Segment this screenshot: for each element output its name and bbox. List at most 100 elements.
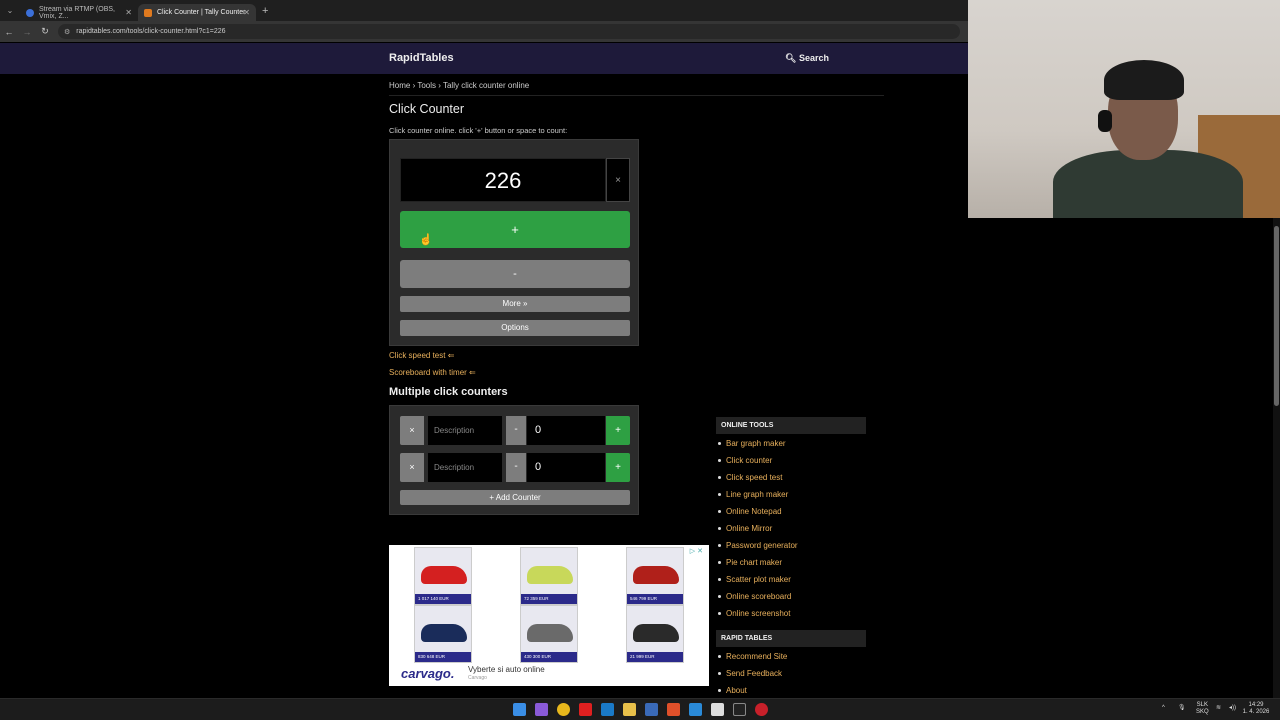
description-input[interactable]: Description	[428, 453, 502, 482]
sidebar-link[interactable]: Send Feedback	[716, 665, 787, 682]
description-input[interactable]: Description	[428, 416, 502, 445]
breadcrumb-current[interactable]: Tally click counter online	[443, 81, 529, 90]
sidebar-link[interactable]: Password generator	[716, 537, 798, 554]
advertisement[interactable]: 1 017 140 EUR 72 359 EUR 546 799 EUR 830 64…	[389, 545, 709, 686]
counter-value-field[interactable]: 0	[527, 453, 605, 482]
counter-decrement-button[interactable]: -	[506, 416, 526, 445]
car-price: 430 300 EUR	[521, 652, 577, 662]
language-indicator[interactable]: SLK SKQ	[1196, 702, 1209, 716]
favicon-icon	[26, 8, 34, 17]
microphone-icon[interactable]: 🎙︎	[1178, 705, 1186, 712]
site-info-icon[interactable]: ⚙	[64, 28, 70, 36]
ad-choices-icon[interactable]: ▷ ✕	[690, 547, 703, 555]
car-price: 21 999 EUR	[627, 652, 683, 662]
ad-car-tile[interactable]: 21 999 EUR	[626, 605, 684, 663]
site-logo[interactable]: RapidTables	[389, 52, 454, 64]
sidebar-link[interactable]: Click speed test	[716, 469, 798, 486]
increment-button[interactable]: +	[400, 211, 630, 248]
page-description: Click counter online. click '+' button o…	[389, 126, 568, 135]
ad-car-tile[interactable]: 546 799 EUR	[626, 547, 684, 605]
car-price: 546 799 EUR	[627, 594, 683, 604]
multi-counter-row: × Description - 0 +	[400, 453, 630, 482]
visual-studio-icon[interactable]	[535, 703, 548, 716]
shield-icon[interactable]	[645, 703, 658, 716]
multi-counter-row: × Description - 0 +	[400, 416, 630, 445]
sidebar-link[interactable]: Pie chart maker	[716, 554, 798, 571]
close-tab-icon[interactable]: ✕	[125, 8, 132, 17]
ad-car-tile[interactable]: 1 017 140 EUR	[414, 547, 472, 605]
sidebar-link[interactable]: Online Notepad	[716, 503, 798, 520]
tab-stream[interactable]: Stream via RTMP (OBS, Vmix, Z... ✕	[20, 4, 138, 21]
headset-icon	[1098, 110, 1112, 132]
tray-chevron-icon[interactable]: ^	[1162, 705, 1165, 712]
ad-car-tile[interactable]: 830 648 EUR	[414, 605, 472, 663]
file-explorer-icon[interactable]	[623, 703, 636, 716]
sidebar-link[interactable]: Line graph maker	[716, 486, 798, 503]
tab-title: Click Counter | Tally Counter	[157, 9, 246, 16]
app-icon[interactable]	[689, 703, 702, 716]
page-title: Click Counter	[389, 102, 465, 116]
multi-counter-heading: Multiple click counters	[389, 386, 508, 398]
new-tab-icon[interactable]: +	[262, 5, 268, 17]
sidebar-link[interactable]: Online Mirror	[716, 520, 798, 537]
add-counter-button[interactable]: + Add Counter	[400, 490, 630, 505]
volume-icon[interactable]: ◂))	[1229, 705, 1236, 712]
sidebar-link[interactable]: Online screenshot	[716, 605, 798, 622]
counter-display: 226	[400, 158, 606, 202]
tab-click-counter[interactable]: Click Counter | Tally Counter ✕	[138, 4, 256, 21]
divider	[389, 95, 884, 96]
click-speed-test-link[interactable]: Click speed test ⇐	[389, 351, 454, 360]
car-image	[527, 566, 573, 584]
obs-icon[interactable]	[755, 703, 768, 716]
car-image	[633, 624, 679, 642]
ad-car-tile[interactable]: 430 300 EUR	[520, 605, 578, 663]
app-icon[interactable]	[601, 703, 614, 716]
sidebar-link[interactable]: Scatter plot maker	[716, 571, 798, 588]
sidebar-link[interactable]: Online scoreboard	[716, 588, 798, 605]
app-icon[interactable]	[733, 703, 746, 716]
ad-logo: carvago.	[401, 666, 455, 681]
ad-subtext: Carvago	[468, 675, 487, 681]
page-scrollbar[interactable]	[1273, 218, 1280, 698]
app-icon[interactable]	[711, 703, 724, 716]
ad-car-tile[interactable]: 72 359 EUR	[520, 547, 578, 605]
chrome-icon[interactable]	[557, 703, 570, 716]
reset-button[interactable]: ×	[606, 158, 630, 202]
back-icon[interactable]: ←	[0, 27, 18, 37]
scrollbar-thumb[interactable]	[1274, 226, 1279, 406]
breadcrumb: Home › Tools › Tally click counter onlin…	[389, 81, 530, 90]
car-price: 830 648 EUR	[415, 652, 471, 662]
tab-list-icon[interactable]: ⌄	[0, 6, 20, 15]
search-label: Search	[798, 53, 829, 63]
wifi-icon[interactable]: ≋	[1216, 705, 1221, 712]
sidebar-link[interactable]: About	[716, 682, 787, 699]
more-button[interactable]: More »	[400, 296, 630, 312]
remove-counter-button[interactable]: ×	[400, 453, 424, 482]
url-field[interactable]: ⚙ rapidtables.com/tools/click-counter.ht…	[58, 24, 960, 39]
youtube-icon[interactable]	[579, 703, 592, 716]
sidebar-link[interactable]: Recommend Site	[716, 648, 787, 665]
options-button[interactable]: Options	[400, 320, 630, 336]
scoreboard-link[interactable]: Scoreboard with timer ⇐	[389, 368, 476, 377]
counter-value-field[interactable]: 0	[527, 416, 605, 445]
clock[interactable]: 14:29 1. 4. 2026	[1242, 702, 1270, 716]
app-icon[interactable]	[667, 703, 680, 716]
remove-counter-button[interactable]: ×	[400, 416, 424, 445]
start-icon[interactable]	[513, 703, 526, 716]
counter-increment-button[interactable]: +	[606, 416, 630, 445]
forward-icon[interactable]: →	[18, 27, 36, 37]
breadcrumb-tools[interactable]: Tools	[417, 81, 436, 90]
reload-icon[interactable]: ↻	[36, 26, 54, 37]
sidebar-link[interactable]: Bar graph maker	[716, 435, 798, 452]
browser-tab-bar: ⌄ Stream via RTMP (OBS, Vmix, Z... ✕ Cli…	[0, 0, 968, 21]
breadcrumb-home[interactable]: Home	[389, 81, 410, 90]
sidebar-link[interactable]: Click counter	[716, 452, 798, 469]
counter-increment-button[interactable]: +	[606, 453, 630, 482]
close-tab-icon[interactable]: ✕	[243, 8, 250, 17]
search-button[interactable]: 🔍︎ Search	[785, 53, 829, 64]
counter-decrement-button[interactable]: -	[506, 453, 526, 482]
decrement-button[interactable]: -	[400, 260, 630, 288]
time: 14:29	[1248, 702, 1264, 708]
date: 1. 4. 2026	[1242, 709, 1270, 715]
keyboard-code: SKQ	[1196, 709, 1209, 715]
